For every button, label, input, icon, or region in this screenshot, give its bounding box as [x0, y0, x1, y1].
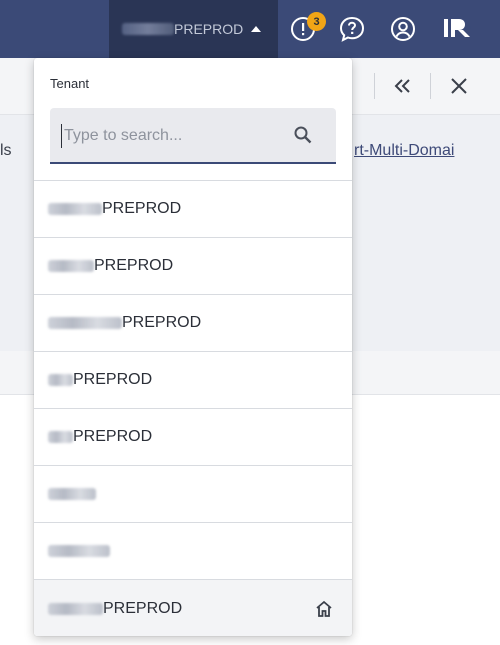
header-divider	[430, 73, 431, 99]
tenant-option[interactable]	[34, 466, 352, 523]
help-chat-icon[interactable]	[339, 16, 365, 42]
redacted-tenant-name	[122, 23, 174, 35]
close-icon[interactable]	[447, 74, 471, 98]
home-icon[interactable]	[314, 599, 334, 619]
tenant-switcher[interactable]: PREPROD	[109, 0, 278, 58]
header-divider	[374, 73, 375, 99]
notification-count-badge: 3	[307, 12, 326, 31]
user-account-icon[interactable]	[390, 16, 416, 42]
redacted-tenant-name	[48, 488, 96, 500]
partial-label: ls	[0, 142, 12, 159]
caret-up-icon	[251, 26, 262, 32]
app-logo-icon[interactable]	[443, 16, 473, 42]
tenant-option-label: PREPROD	[103, 599, 183, 617]
tenant-list: PREPROD PREPROD PREPROD PREPROD PREPROD	[34, 181, 352, 580]
tenant-switcher-label: PREPROD	[174, 21, 244, 37]
tenant-search-box[interactable]	[50, 108, 336, 164]
top-navigation-bar: PREPROD 3	[0, 0, 500, 58]
tenant-dropdown-title: Tenant	[50, 76, 90, 91]
tenant-option[interactable]: PREPROD	[34, 238, 352, 295]
tenant-option[interactable]	[34, 523, 352, 580]
redacted-tenant-name	[48, 431, 73, 443]
tenant-option[interactable]: PREPROD	[34, 352, 352, 409]
tenant-option-current[interactable]: PREPROD	[34, 580, 352, 636]
redacted-tenant-name	[48, 317, 122, 329]
tenant-option-label: PREPROD	[73, 428, 153, 445]
collapse-double-chevron-icon[interactable]	[390, 74, 414, 98]
redacted-tenant-name	[48, 260, 94, 272]
redacted-tenant-name	[48, 602, 103, 615]
search-icon	[292, 124, 314, 146]
tenant-option[interactable]: PREPROD	[34, 409, 352, 466]
tenant-option[interactable]: PREPROD	[34, 181, 352, 238]
redacted-tenant-name	[48, 374, 73, 386]
tenant-option-label: PREPROD	[122, 314, 202, 331]
tenant-option-label: PREPROD	[102, 200, 182, 217]
redacted-tenant-name	[48, 203, 102, 215]
partial-link[interactable]: rt-Multi-Domai	[354, 142, 454, 160]
tenant-dropdown: Tenant PREPRODPREPRODPREPRODPREPRODPREPR…	[34, 58, 352, 636]
tenant-search-input[interactable]	[61, 124, 286, 148]
redacted-tenant-name	[48, 545, 110, 557]
tenant-dropdown-header: Tenant	[34, 58, 352, 181]
tenant-option-label: PREPROD	[94, 257, 174, 274]
tenant-option[interactable]: PREPROD	[34, 295, 352, 352]
tenant-option-label: PREPROD	[73, 371, 153, 388]
